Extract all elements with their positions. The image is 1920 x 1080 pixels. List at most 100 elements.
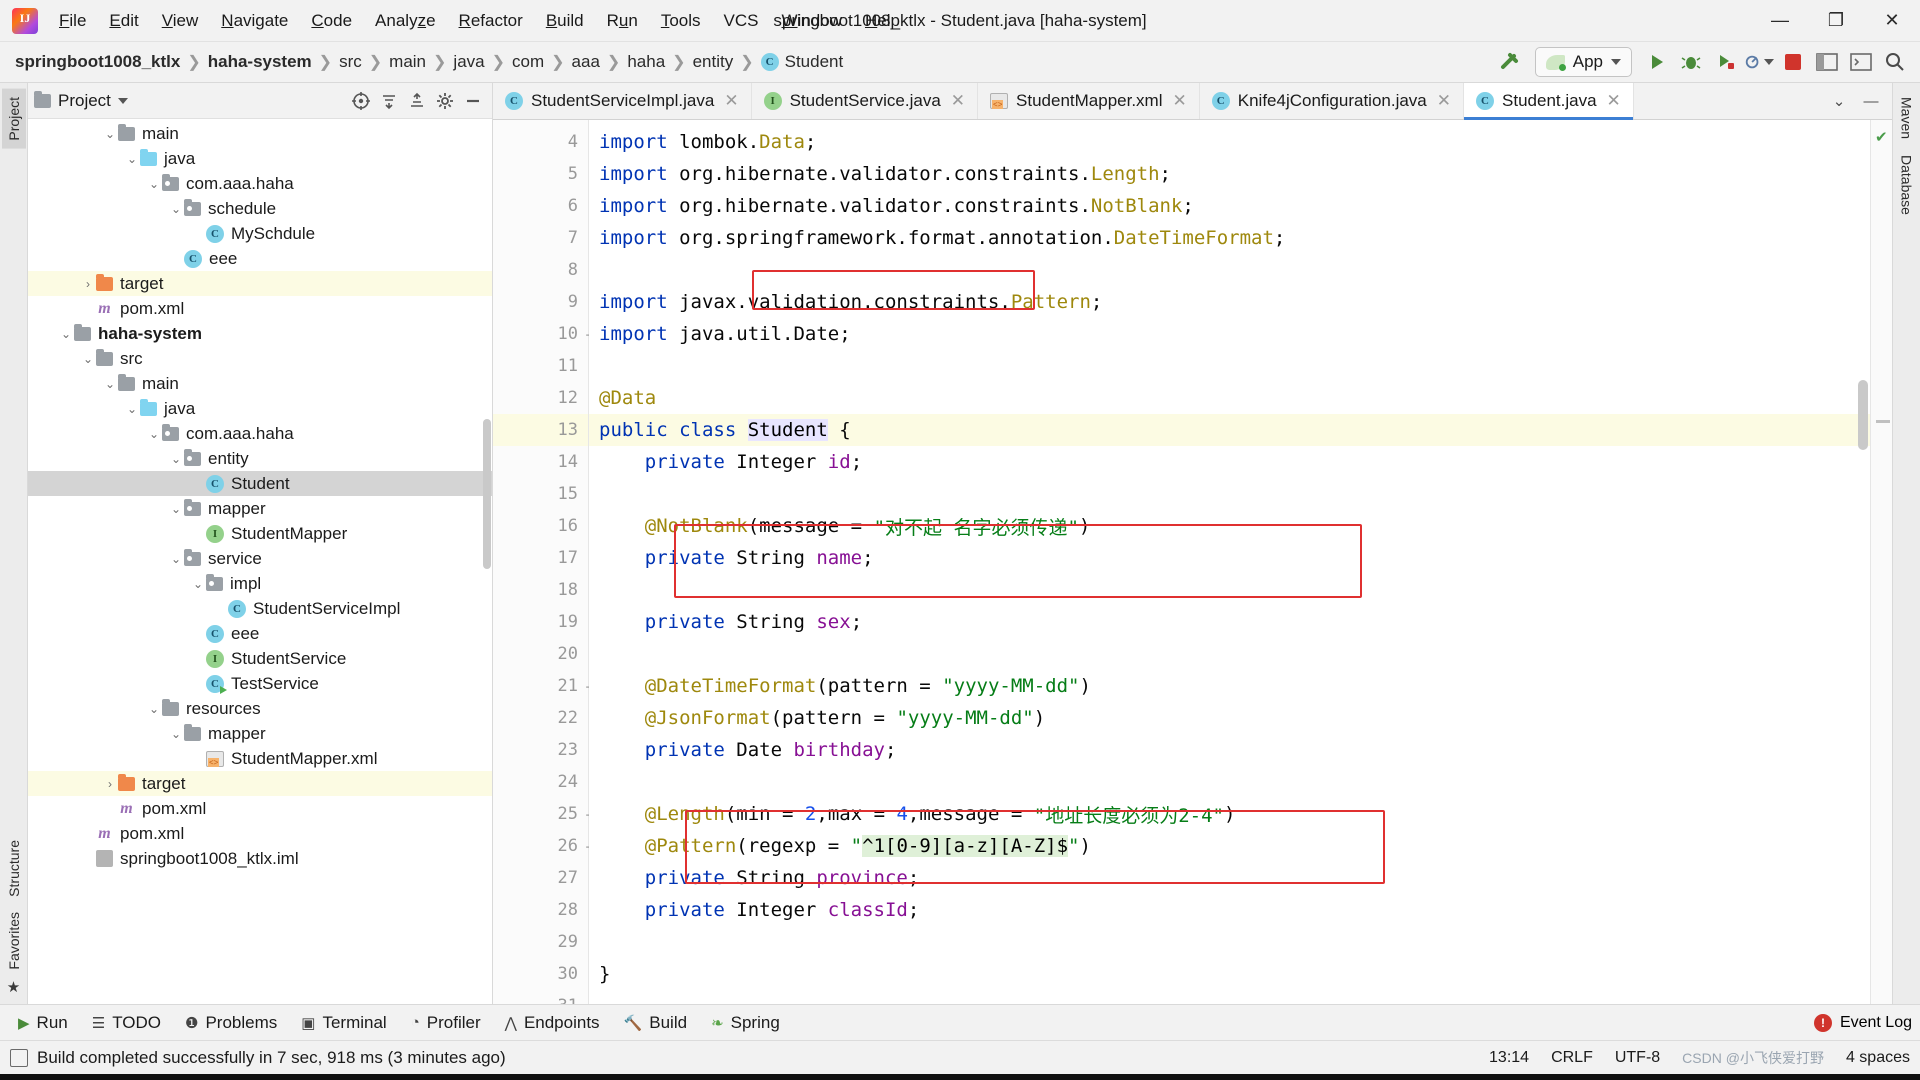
editor-tab-student-java[interactable]: C Student.java ✕ xyxy=(1464,83,1634,120)
gutter-line-number[interactable]: 8 xyxy=(493,254,588,286)
code-line[interactable]: private String name; xyxy=(589,542,1870,574)
close-tab-icon[interactable]: ✕ xyxy=(1607,91,1621,111)
stop-icon[interactable] xyxy=(1778,47,1808,77)
sidebar-item-maven[interactable]: Maven xyxy=(1895,89,1919,147)
menu-tools[interactable]: Tools xyxy=(650,7,712,35)
gutter-line-number[interactable]: 19 xyxy=(493,606,588,638)
bottom-tool-profiler[interactable]: ◔ Profiler xyxy=(401,1010,491,1036)
menu-code[interactable]: Code xyxy=(300,7,363,35)
code-line[interactable] xyxy=(589,990,1870,1004)
chevron-down-icon[interactable]: ⌄ xyxy=(124,403,140,415)
menu-navigate[interactable]: Navigate xyxy=(210,7,299,35)
chevron-down-icon[interactable]: ⌄ xyxy=(168,503,184,515)
code-line[interactable]: private String sex; xyxy=(589,606,1870,638)
gutter-line-number[interactable]: 12 xyxy=(493,382,588,414)
tree-item-impl[interactable]: ⌄ impl xyxy=(28,571,492,596)
bottom-tool-todo[interactable]: ☰ TODO xyxy=(82,1010,171,1036)
gutter-line-number[interactable]: 29 xyxy=(493,926,588,958)
code-line[interactable] xyxy=(589,926,1870,958)
terminal-toggle-icon[interactable] xyxy=(1846,47,1876,77)
menu-edit[interactable]: Edit xyxy=(98,7,149,35)
tree-item-entity[interactable]: ⌄ entity xyxy=(28,446,492,471)
breadcrumb-student-class[interactable]: C Student xyxy=(756,50,849,74)
tab-list-chevron-icon[interactable]: ⌄ xyxy=(1826,88,1852,114)
code-line[interactable] xyxy=(589,638,1870,670)
breadcrumb-src[interactable]: src xyxy=(334,50,367,74)
breadcrumb-java[interactable]: java xyxy=(448,50,489,74)
code-line[interactable]: import javax.validation.constraints. Patt… xyxy=(589,286,1870,318)
tree-item-pom-xml[interactable]: •m pom.xml xyxy=(28,796,492,821)
build-hammer-icon[interactable] xyxy=(1495,47,1525,77)
tree-item-target[interactable]: › target xyxy=(28,771,492,796)
tree-item-java[interactable]: ⌄ java xyxy=(28,146,492,171)
code-line[interactable]: @Length (min = 2 ,max = 4 ,message = "地址长度必… xyxy=(589,798,1870,830)
tree-item-haha-system[interactable]: ⌄ haha-system xyxy=(28,321,492,346)
breadcrumb-module[interactable]: haha-system xyxy=(203,50,317,74)
code-line[interactable]: @Data xyxy=(589,382,1870,414)
gutter-line-number[interactable]: 11 xyxy=(493,350,588,382)
code-line[interactable] xyxy=(589,350,1870,382)
status-indent[interactable]: 4 spaces xyxy=(1846,1049,1910,1067)
debug-icon[interactable] xyxy=(1676,47,1706,77)
code-line[interactable] xyxy=(589,574,1870,606)
gutter-line-number[interactable]: 28 xyxy=(493,894,588,926)
run-configuration-selector[interactable]: App xyxy=(1534,47,1632,77)
code-line[interactable]: private String province; xyxy=(589,862,1870,894)
code-line[interactable]: @DateTimeFormat (pattern = "yyyy-MM-dd") xyxy=(589,670,1870,702)
code-line[interactable]: import lombok. Data; xyxy=(589,126,1870,158)
tree-item-springboot1008-ktlx-iml[interactable]: • springboot1008_ktlx.iml xyxy=(28,846,492,871)
tree-item-mapper[interactable]: ⌄ mapper xyxy=(28,496,492,521)
gutter-line-number[interactable]: 13 xyxy=(493,414,588,446)
close-tab-icon[interactable]: ✕ xyxy=(1173,91,1187,111)
hide-panel-icon[interactable] xyxy=(460,88,486,114)
tree-item-testservice[interactable]: •CTestService xyxy=(28,671,492,696)
editor-tab-studentservice-java[interactable]: I StudentService.java ✕ xyxy=(752,83,979,119)
editor-vertical-scrollbar[interactable] xyxy=(1858,380,1868,450)
tree-item-src[interactable]: ⌄ src xyxy=(28,346,492,371)
gutter-line-number[interactable]: 21- xyxy=(493,670,591,702)
editor-tab-studentserviceimpl-java[interactable]: C StudentServiceImpl.java ✕ xyxy=(493,83,752,119)
menu-analyze[interactable]: Analyze xyxy=(364,7,447,35)
chevron-down-icon[interactable]: ⌄ xyxy=(168,453,184,465)
gutter-line-number[interactable]: 22 xyxy=(493,702,588,734)
sidebar-item-project[interactable]: Project xyxy=(1,89,26,149)
error-stripe[interactable]: ✔ xyxy=(1870,120,1892,1004)
bottom-tool-endpoints[interactable]: ⋀ Endpoints xyxy=(495,1010,610,1036)
tree-item-studentserviceimpl[interactable]: •C StudentServiceImpl xyxy=(28,596,492,621)
tree-item-main[interactable]: ⌄ main xyxy=(28,371,492,396)
code-line[interactable]: @JsonFormat (pattern = "yyyy-MM-dd") xyxy=(589,702,1870,734)
tree-item-studentmapper-xml[interactable]: • StudentMapper.xml xyxy=(28,746,492,771)
code-content[interactable]: import lombok. Data; import org.hibernate.… xyxy=(589,120,1870,1004)
profiler-icon[interactable] xyxy=(1744,47,1774,77)
menu-run[interactable]: Run xyxy=(596,7,649,35)
tree-item-mapper[interactable]: ⌄ mapper xyxy=(28,721,492,746)
breadcrumb-com[interactable]: com xyxy=(507,50,549,74)
close-button[interactable]: ✕ xyxy=(1864,0,1920,42)
code-line[interactable]: @NotBlank (message = "对不起 名字必须传递") xyxy=(589,510,1870,542)
chevron-down-icon[interactable]: ⌄ xyxy=(146,178,162,190)
gutter-line-number[interactable]: 17 xyxy=(493,542,588,574)
tree-item-main[interactable]: ⌄ main xyxy=(28,121,492,146)
gutter-line-number[interactable]: 31 xyxy=(493,990,588,1004)
tree-item-java[interactable]: ⌄ java xyxy=(28,396,492,421)
close-tab-icon[interactable]: ✕ xyxy=(1437,91,1451,111)
editor-gutter[interactable]: 4 5 6 7 8 9 10- 11 12 13 14 15 16 17 18 19 20 21- 22 23 24 25… xyxy=(493,120,591,1004)
gutter-line-number[interactable]: 18 xyxy=(493,574,588,606)
chevron-down-icon[interactable]: ⌄ xyxy=(168,728,184,740)
gutter-line-number[interactable]: 6 xyxy=(493,190,588,222)
gutter-line-number[interactable]: 5 xyxy=(493,158,588,190)
gutter-line-number[interactable]: 15 xyxy=(493,478,588,510)
bottom-tool-run[interactable]: ▶ Run xyxy=(8,1010,78,1036)
gutter-line-number[interactable]: 23 xyxy=(493,734,588,766)
code-line[interactable]: public class Student { xyxy=(589,414,1870,446)
bottom-tool-terminal[interactable]: ▣ Terminal xyxy=(291,1010,396,1036)
bottom-tool-spring[interactable]: ❧ Spring xyxy=(701,1010,790,1036)
chevron-down-icon[interactable]: ⌄ xyxy=(58,328,74,340)
tree-item-com-aaa-haha[interactable]: ⌄ com.aaa.haha xyxy=(28,421,492,446)
code-line[interactable]: import org.hibernate.validator.constrain… xyxy=(589,190,1870,222)
menu-view[interactable]: View xyxy=(151,7,210,35)
breadcrumb-aaa[interactable]: aaa xyxy=(567,50,605,74)
sidebar-item-favorites[interactable]: Favorites xyxy=(2,904,26,978)
gutter-line-number[interactable]: 10- xyxy=(493,318,591,350)
bottom-tool-problems[interactable]: ❶ Problems xyxy=(175,1010,287,1036)
